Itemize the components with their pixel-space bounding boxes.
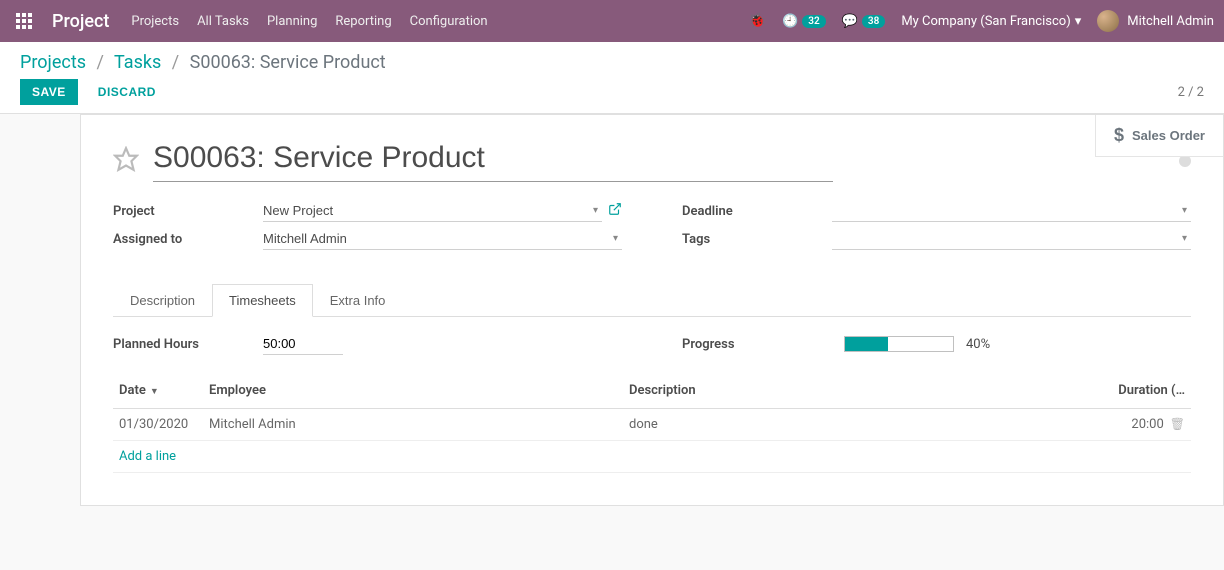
chevron-down-icon[interactable]: ▾ bbox=[609, 233, 622, 244]
assigned-input[interactable] bbox=[263, 231, 609, 246]
tab-content-timesheets: Planned Hours Progress 40% bbox=[113, 317, 1191, 489]
dollar-icon: $ bbox=[1114, 125, 1124, 146]
project-input[interactable] bbox=[263, 203, 589, 218]
activities-button[interactable]: 🕘 32 bbox=[782, 14, 826, 29]
activities-count: 32 bbox=[802, 15, 825, 28]
project-field[interactable]: ▾ bbox=[263, 200, 602, 222]
title-row bbox=[113, 139, 1191, 182]
tags-input[interactable] bbox=[832, 231, 1178, 246]
form-fields: Project ▾ Assigned to ▾ bbox=[113, 200, 1191, 256]
chat-icon: 💬 bbox=[842, 14, 858, 29]
cell-duration[interactable]: 20:00🗑 bbox=[1071, 409, 1191, 441]
save-button[interactable]: SAVE bbox=[20, 79, 78, 105]
trash-icon[interactable]: 🗑 bbox=[1170, 417, 1185, 431]
company-switcher[interactable]: My Company (San Francisco) ▾ bbox=[901, 14, 1081, 29]
chevron-down-icon[interactable]: ▾ bbox=[1178, 205, 1191, 216]
progress-bar bbox=[844, 336, 954, 352]
apps-icon[interactable] bbox=[10, 13, 38, 29]
breadcrumb-projects[interactable]: Projects bbox=[20, 52, 86, 73]
assigned-label: Assigned to bbox=[113, 232, 263, 247]
progress-label: Progress bbox=[682, 337, 832, 352]
menu-projects[interactable]: Projects bbox=[131, 14, 179, 29]
breadcrumb-tasks[interactable]: Tasks bbox=[114, 52, 161, 73]
tags-field[interactable]: ▾ bbox=[832, 228, 1191, 250]
task-title-input[interactable] bbox=[153, 139, 833, 182]
planned-hours-input[interactable] bbox=[263, 333, 343, 355]
col-date[interactable]: Date▼ bbox=[113, 373, 203, 409]
navbar-menu: Projects All Tasks Planning Reporting Co… bbox=[131, 14, 487, 29]
menu-all-tasks[interactable]: All Tasks bbox=[197, 14, 249, 29]
tags-label: Tags bbox=[682, 232, 832, 247]
col-description[interactable]: Description bbox=[623, 373, 1071, 409]
add-line-row: Add a line bbox=[113, 441, 1191, 473]
external-link-icon[interactable] bbox=[608, 202, 622, 220]
progress-fill bbox=[845, 337, 888, 351]
control-buttons: SAVE DISCARD 2 / 2 bbox=[20, 79, 1204, 105]
timesheet-table: Date▼ Employee Description Duration (… 0… bbox=[113, 373, 1191, 473]
avatar bbox=[1097, 10, 1119, 32]
planned-hours-label: Planned Hours bbox=[113, 337, 263, 352]
tab-timesheets[interactable]: Timesheets bbox=[212, 284, 313, 317]
tab-extra-info[interactable]: Extra Info bbox=[313, 284, 403, 316]
deadline-input[interactable] bbox=[832, 203, 1178, 218]
col-duration[interactable]: Duration (… bbox=[1071, 373, 1191, 409]
user-name: Mitchell Admin bbox=[1127, 14, 1214, 29]
chevron-down-icon: ▾ bbox=[1075, 14, 1082, 29]
messages-count: 38 bbox=[862, 15, 885, 28]
cell-employee[interactable]: Mitchell Admin bbox=[203, 409, 623, 441]
breadcrumb-sep: / bbox=[96, 52, 103, 73]
form-sheet: $ Sales Order Project ▾ bbox=[80, 114, 1224, 506]
assigned-field[interactable]: ▾ bbox=[263, 228, 622, 250]
add-line-link[interactable]: Add a line bbox=[119, 449, 176, 464]
breadcrumb: Projects / Tasks / S00063: Service Produ… bbox=[20, 52, 1204, 73]
menu-reporting[interactable]: Reporting bbox=[335, 14, 391, 29]
sort-desc-icon: ▼ bbox=[150, 387, 159, 397]
pager[interactable]: 2 / 2 bbox=[1178, 85, 1204, 100]
table-row[interactable]: 01/30/2020 Mitchell Admin done 20:00🗑 bbox=[113, 409, 1191, 441]
navbar: Project Projects All Tasks Planning Repo… bbox=[0, 0, 1224, 42]
table-header-row: Date▼ Employee Description Duration (… bbox=[113, 373, 1191, 409]
chevron-down-icon[interactable]: ▾ bbox=[1178, 233, 1191, 244]
breadcrumb-sep: / bbox=[172, 52, 179, 73]
user-menu[interactable]: Mitchell Admin bbox=[1097, 10, 1214, 32]
bug-icon[interactable]: 🐞 bbox=[749, 13, 766, 29]
cell-date[interactable]: 01/30/2020 bbox=[113, 409, 203, 441]
tab-description[interactable]: Description bbox=[113, 284, 212, 316]
menu-configuration[interactable]: Configuration bbox=[410, 14, 488, 29]
navbar-right: 🐞 🕘 32 💬 38 My Company (San Francisco) ▾… bbox=[749, 10, 1214, 32]
sales-order-stat-button[interactable]: $ Sales Order bbox=[1096, 115, 1223, 156]
cell-description[interactable]: done bbox=[623, 409, 1071, 441]
star-icon[interactable] bbox=[113, 146, 139, 176]
stat-button-label: Sales Order bbox=[1132, 128, 1205, 143]
control-panel: Projects / Tasks / S00063: Service Produ… bbox=[0, 42, 1224, 114]
app-brand[interactable]: Project bbox=[38, 11, 131, 32]
discard-button[interactable]: DISCARD bbox=[86, 79, 168, 105]
button-box: $ Sales Order bbox=[1095, 115, 1223, 157]
chevron-down-icon[interactable]: ▾ bbox=[589, 205, 602, 216]
messages-button[interactable]: 💬 38 bbox=[842, 14, 886, 29]
tabs: Description Timesheets Extra Info bbox=[113, 284, 1191, 317]
clock-icon: 🕘 bbox=[782, 14, 798, 29]
form-container: $ Sales Order Project ▾ bbox=[0, 114, 1224, 526]
deadline-field[interactable]: ▾ bbox=[832, 200, 1191, 222]
col-employee[interactable]: Employee bbox=[203, 373, 623, 409]
company-name: My Company (San Francisco) bbox=[901, 14, 1070, 29]
menu-planning[interactable]: Planning bbox=[267, 14, 317, 29]
deadline-label: Deadline bbox=[682, 204, 832, 219]
project-label: Project bbox=[113, 204, 263, 219]
breadcrumb-current: S00063: Service Product bbox=[190, 52, 386, 73]
progress-text: 40% bbox=[966, 337, 990, 352]
